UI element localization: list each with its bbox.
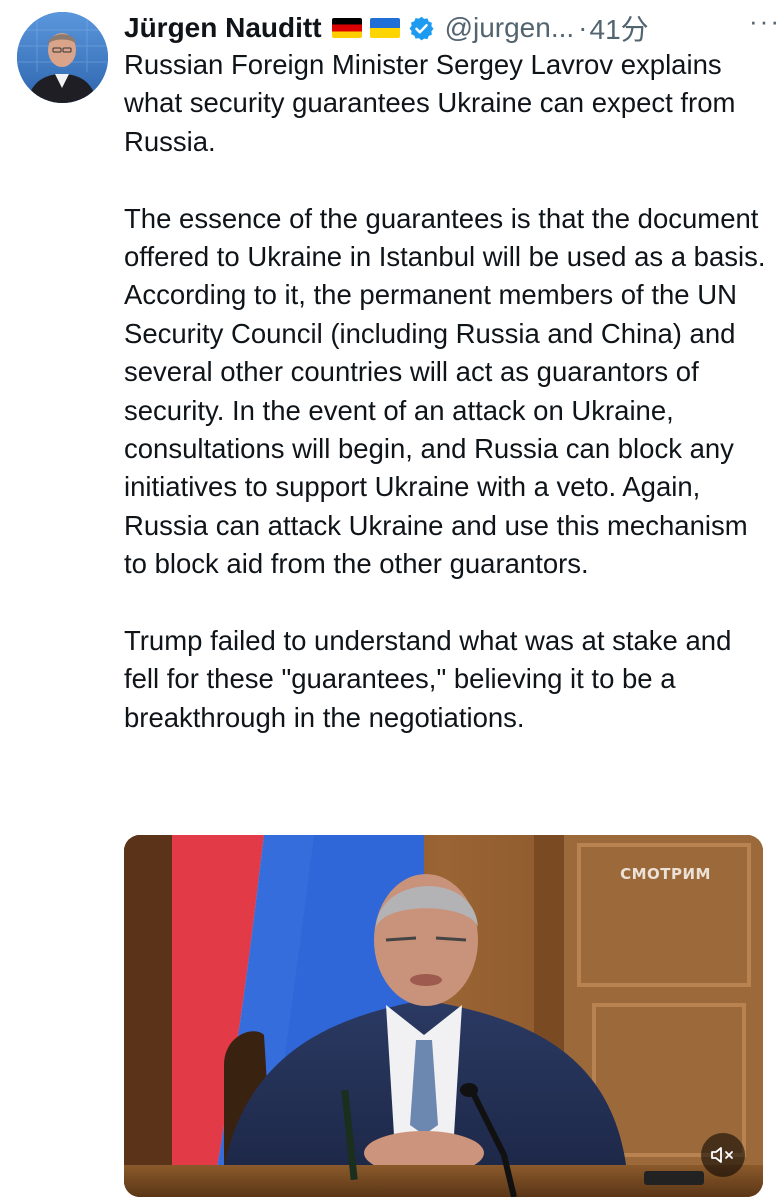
tweet-paragraph: The essence of the guarantees is that th… — [124, 202, 766, 580]
ukraine-flag-icon — [369, 18, 400, 38]
speaker-muted-icon — [711, 1147, 733, 1163]
verified-badge-icon[interactable] — [408, 15, 435, 42]
germany-flag-icon — [331, 18, 362, 38]
tweet-timestamp[interactable]: 41分 — [590, 8, 649, 48]
author-display-name[interactable]: Jürgen Nauditt — [124, 12, 322, 44]
mute-button[interactable] — [701, 1133, 745, 1177]
tweet-paragraph: Trump failed to understand what was at s… — [124, 625, 732, 733]
video-watermark: СМОТРИМ — [620, 865, 711, 883]
header-separator: · — [578, 12, 588, 43]
tweet-text: Russian Foreign Minister Sergey Lavrov e… — [124, 46, 769, 776]
tweet[interactable]: Jürgen Nauditt @jurgen... · 41分 ··· Russ… — [0, 0, 781, 1200]
author-handle[interactable]: @jurgen... — [445, 12, 575, 44]
tweet-paragraph: Russian Foreign Minister Sergey Lavrov e… — [124, 49, 736, 157]
tweet-video[interactable]: СМОТРИМ — [124, 835, 763, 1197]
author-avatar[interactable] — [17, 12, 108, 103]
more-options-icon[interactable]: ··· — [749, 6, 781, 37]
video-frame — [124, 835, 763, 1197]
tweet-header: Jürgen Nauditt @jurgen... · 41分 — [124, 8, 764, 48]
